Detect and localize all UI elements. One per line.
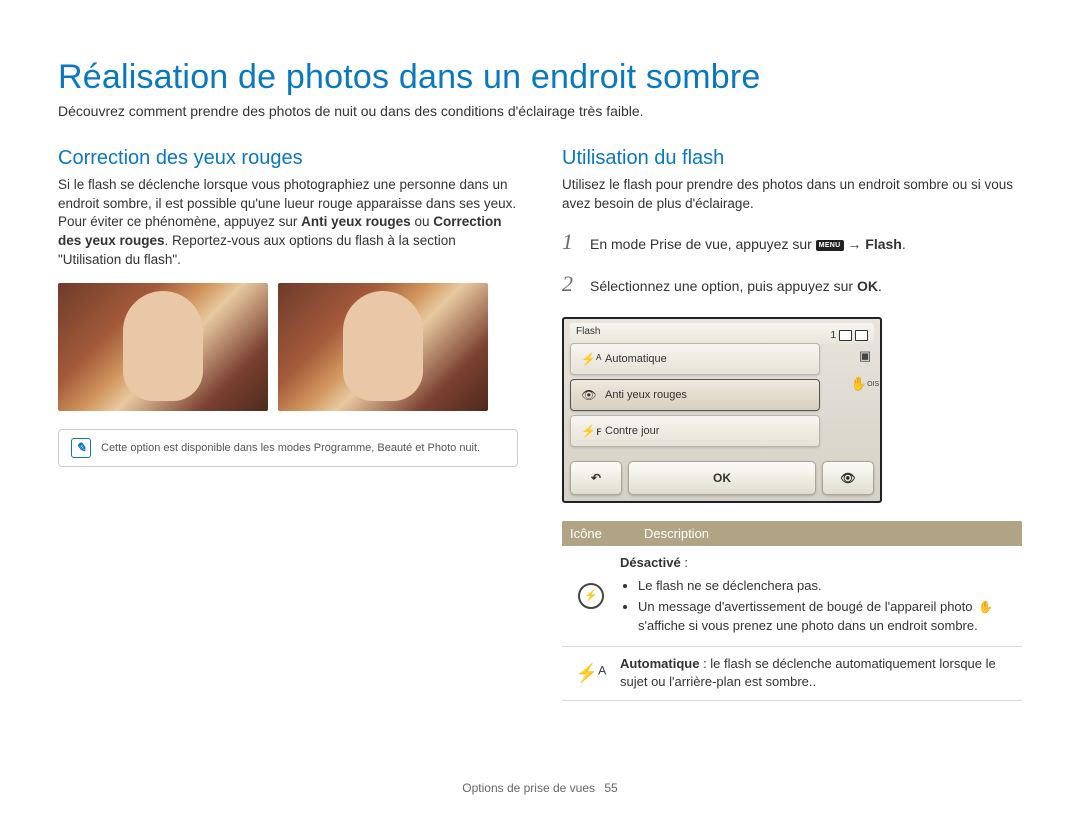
eye-button-icon: 👁 — [840, 471, 855, 485]
row-off-title: Désactivé — [620, 555, 681, 570]
row-off-icon: ⚡ — [562, 554, 620, 637]
row-off-b2-before: Un message d'avertissement de bougé de l… — [638, 599, 976, 614]
camera-lcd: Flash 1 ⚡ᴬ Automatique 👁 — [562, 317, 882, 503]
step1-arrow: → — [844, 236, 866, 252]
eye-button[interactable]: 👁 — [822, 461, 874, 495]
shake-hand-icon: ✋ — [976, 599, 995, 616]
ok-button[interactable]: OK — [628, 461, 816, 495]
table-header: Icône Description — [562, 521, 1022, 546]
step2-before: Sélectionnez une option, puis appuyez su… — [590, 278, 857, 294]
step-2-text: Sélectionnez une option, puis appuyez su… — [590, 278, 882, 294]
row-off-bullet1: Le flash ne se déclenchera pas. — [638, 577, 1016, 596]
table-row-off: ⚡ Désactivé : Le flash ne se déclenchera… — [562, 546, 1022, 646]
lcd-row-fill-label: Contre jour — [605, 425, 659, 437]
para-flash-intro: Utilisez le flash pour prendre des photo… — [562, 176, 1022, 213]
lcd-header-count: 1 — [830, 330, 836, 341]
note-box: ✎ Cette option est disponible dans les m… — [58, 429, 518, 467]
step-2: 2 Sélectionnez une option, puis appuyez … — [562, 271, 1022, 297]
flash-fill-icon: ⚡ꜰ — [581, 424, 597, 438]
step-2-number: 2 — [562, 271, 580, 297]
row-off-b2-after: s'affiche si vous prenez une photo dans … — [638, 618, 978, 633]
lcd-row-redeye-label: Anti yeux rouges — [605, 389, 687, 401]
para-red-eye: Si le flash se déclenche lorsque vous ph… — [58, 176, 518, 269]
back-arrow-icon: ↶ — [591, 471, 601, 485]
heading-red-eye: Correction des yeux rouges — [58, 147, 518, 170]
lcd-row-redeye[interactable]: 👁 Anti yeux rouges — [570, 379, 820, 411]
heading-flash: Utilisation du flash — [562, 147, 1022, 170]
ok-button-label: OK — [713, 471, 731, 485]
eye-icon: 👁 — [581, 388, 597, 402]
ok-icon: OK — [857, 278, 878, 294]
bold-anti-yeux: Anti yeux rouges — [301, 214, 411, 229]
page-subtitle: Découvrez comment prendre des photos de … — [58, 103, 1022, 119]
lcd-frame: Flash 1 ⚡ᴬ Automatique 👁 — [562, 317, 882, 503]
battery-icon — [855, 330, 868, 341]
th-icon: Icône — [562, 521, 636, 546]
step-1: 1 En mode Prise de vue, appuyez sur MENU… — [562, 229, 1022, 255]
step1-before: En mode Prise de vue, appuyez sur — [590, 236, 816, 252]
lcd-header-title: Flash — [576, 326, 600, 344]
page-footer: Options de prise de vues 55 — [0, 781, 1080, 795]
step-1-text: En mode Prise de vue, appuyez sur MENU →… — [590, 236, 906, 252]
row-off-desc: Désactivé : Le flash ne se déclenchera p… — [620, 554, 1022, 637]
note-text: Cette option est disponible dans les mod… — [101, 442, 480, 454]
side-hand-icon: ✋OIS — [856, 375, 874, 393]
photo-after — [278, 283, 488, 411]
step2-after: . — [878, 278, 882, 294]
lcd-header-right: 1 — [830, 326, 868, 344]
step1-period: . — [902, 236, 906, 252]
col-left: Correction des yeux rouges Si le flash s… — [58, 147, 518, 701]
row-auto-desc: Automatique : le flash se déclenche auto… — [620, 655, 1022, 693]
columns: Correction des yeux rouges Si le flash s… — [58, 147, 1022, 701]
lcd-side-icons: ▣ ✋OIS — [856, 347, 874, 393]
page-content: Réalisation de photos dans un endroit so… — [0, 0, 1080, 701]
lcd-bottom-bar: ↶ OK 👁 — [570, 461, 874, 495]
note-icon: ✎ — [71, 438, 91, 458]
col-right: Utilisation du flash Utilisez le flash p… — [562, 147, 1022, 701]
th-desc: Description — [636, 521, 1022, 546]
table-row-auto: ⚡ᴬ Automatique : le flash se déclenche a… — [562, 647, 1022, 702]
footer-page-number: 55 — [604, 781, 617, 795]
step-1-number: 1 — [562, 229, 580, 255]
para-mid: ou — [411, 214, 434, 229]
lcd-row-auto[interactable]: ⚡ᴬ Automatique — [570, 343, 820, 375]
page-title: Réalisation de photos dans un endroit so… — [58, 58, 1022, 97]
side-flash-icon: ▣ — [856, 347, 874, 365]
menu-icon: MENU — [816, 240, 844, 251]
row-auto-icon: ⚡ᴬ — [562, 655, 620, 693]
lcd-row-fill[interactable]: ⚡ꜰ Contre jour — [570, 415, 820, 447]
row-off-bullet2: Un message d'avertissement de bougé de l… — [638, 598, 1016, 636]
lcd-row-auto-label: Automatique — [605, 353, 667, 365]
flash-options-table: Icône Description ⚡ Désactivé : Le flash… — [562, 521, 1022, 701]
lcd-header: Flash 1 — [570, 323, 874, 344]
row-off-colon: : — [681, 555, 688, 570]
footer-section: Options de prise de vues — [462, 781, 595, 795]
example-photos — [58, 283, 518, 411]
row-auto-title: Automatique — [620, 656, 699, 671]
photo-before — [58, 283, 268, 411]
back-button[interactable]: ↶ — [570, 461, 622, 495]
sd-icon — [839, 330, 852, 341]
lcd-list: ⚡ᴬ Automatique 👁 Anti yeux rouges ⚡ꜰ Con… — [570, 343, 820, 451]
step1-bold: Flash — [865, 236, 902, 252]
flash-auto-icon: ⚡ᴬ — [581, 352, 597, 366]
